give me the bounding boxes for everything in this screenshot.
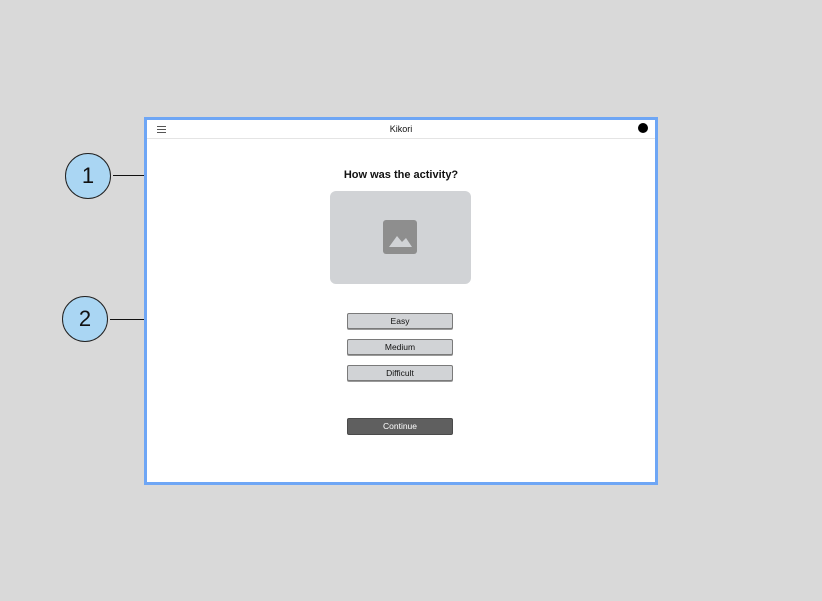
continue-button[interactable]: Continue <box>347 418 453 435</box>
annotation-badge-2: 2 <box>62 296 108 342</box>
option-difficult-button[interactable]: Difficult <box>347 365 453 381</box>
image-placeholder <box>330 191 471 284</box>
app-title: Kikori <box>389 124 413 134</box>
image-placeholder-icon <box>383 220 417 254</box>
question-heading: How was the activity? <box>343 169 459 181</box>
app-header: Kikori <box>147 120 655 139</box>
option-easy-button[interactable]: Easy <box>347 313 453 329</box>
option-medium-button[interactable]: Medium <box>347 339 453 355</box>
avatar[interactable] <box>638 123 648 133</box>
annotation-badge-1: 1 <box>65 153 111 199</box>
app-frame: Kikori How was the activity? Easy Medium… <box>144 117 658 485</box>
